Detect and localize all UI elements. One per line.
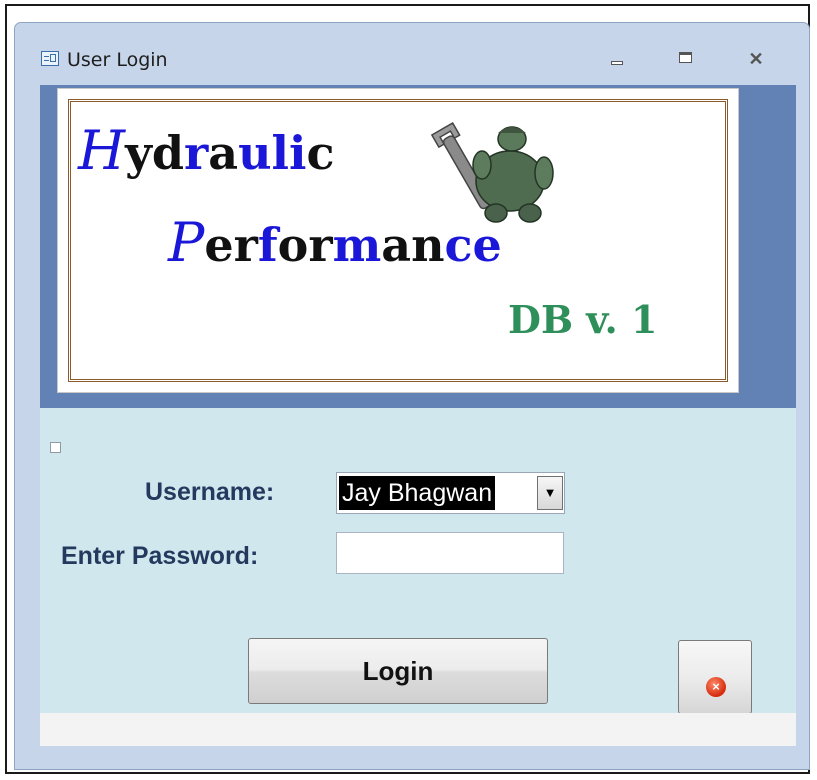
username-selected-value[interactable]: Jay Bhagwan: [339, 476, 496, 510]
cancel-button[interactable]: ×: [678, 640, 752, 714]
logo-header: Hydraulic Performance DB v. 1: [40, 85, 796, 408]
logo-title-hydraulic: Hydraulic: [78, 119, 335, 182]
mechanic-wrench-icon: [430, 121, 554, 223]
login-window: User Login ✕ Hydraulic Performance DB v.…: [14, 22, 810, 770]
status-strip: [40, 713, 796, 746]
logo-version: DB v. 1: [508, 297, 658, 342]
close-window-button[interactable]: ✕: [743, 49, 769, 69]
minimize-button[interactable]: [605, 49, 631, 69]
record-selector[interactable]: [50, 442, 61, 453]
password-label: Enter Password:: [61, 542, 259, 570]
login-form-panel: Username: Jay Bhagwan ▼ Enter Password: …: [40, 408, 796, 714]
maximize-button[interactable]: [673, 49, 699, 69]
chevron-down-icon[interactable]: ▼: [537, 476, 563, 510]
close-icon: ×: [706, 677, 726, 697]
login-button[interactable]: Login: [248, 638, 548, 704]
username-label: Username:: [145, 478, 275, 506]
logo-image: Hydraulic Performance DB v. 1: [57, 88, 739, 393]
password-input[interactable]: [336, 532, 564, 574]
form-icon: [41, 51, 59, 66]
username-combobox[interactable]: Jay Bhagwan ▼: [336, 472, 565, 514]
title-bar[interactable]: User Login ✕: [15, 23, 809, 85]
window-title: User Login: [67, 49, 168, 71]
